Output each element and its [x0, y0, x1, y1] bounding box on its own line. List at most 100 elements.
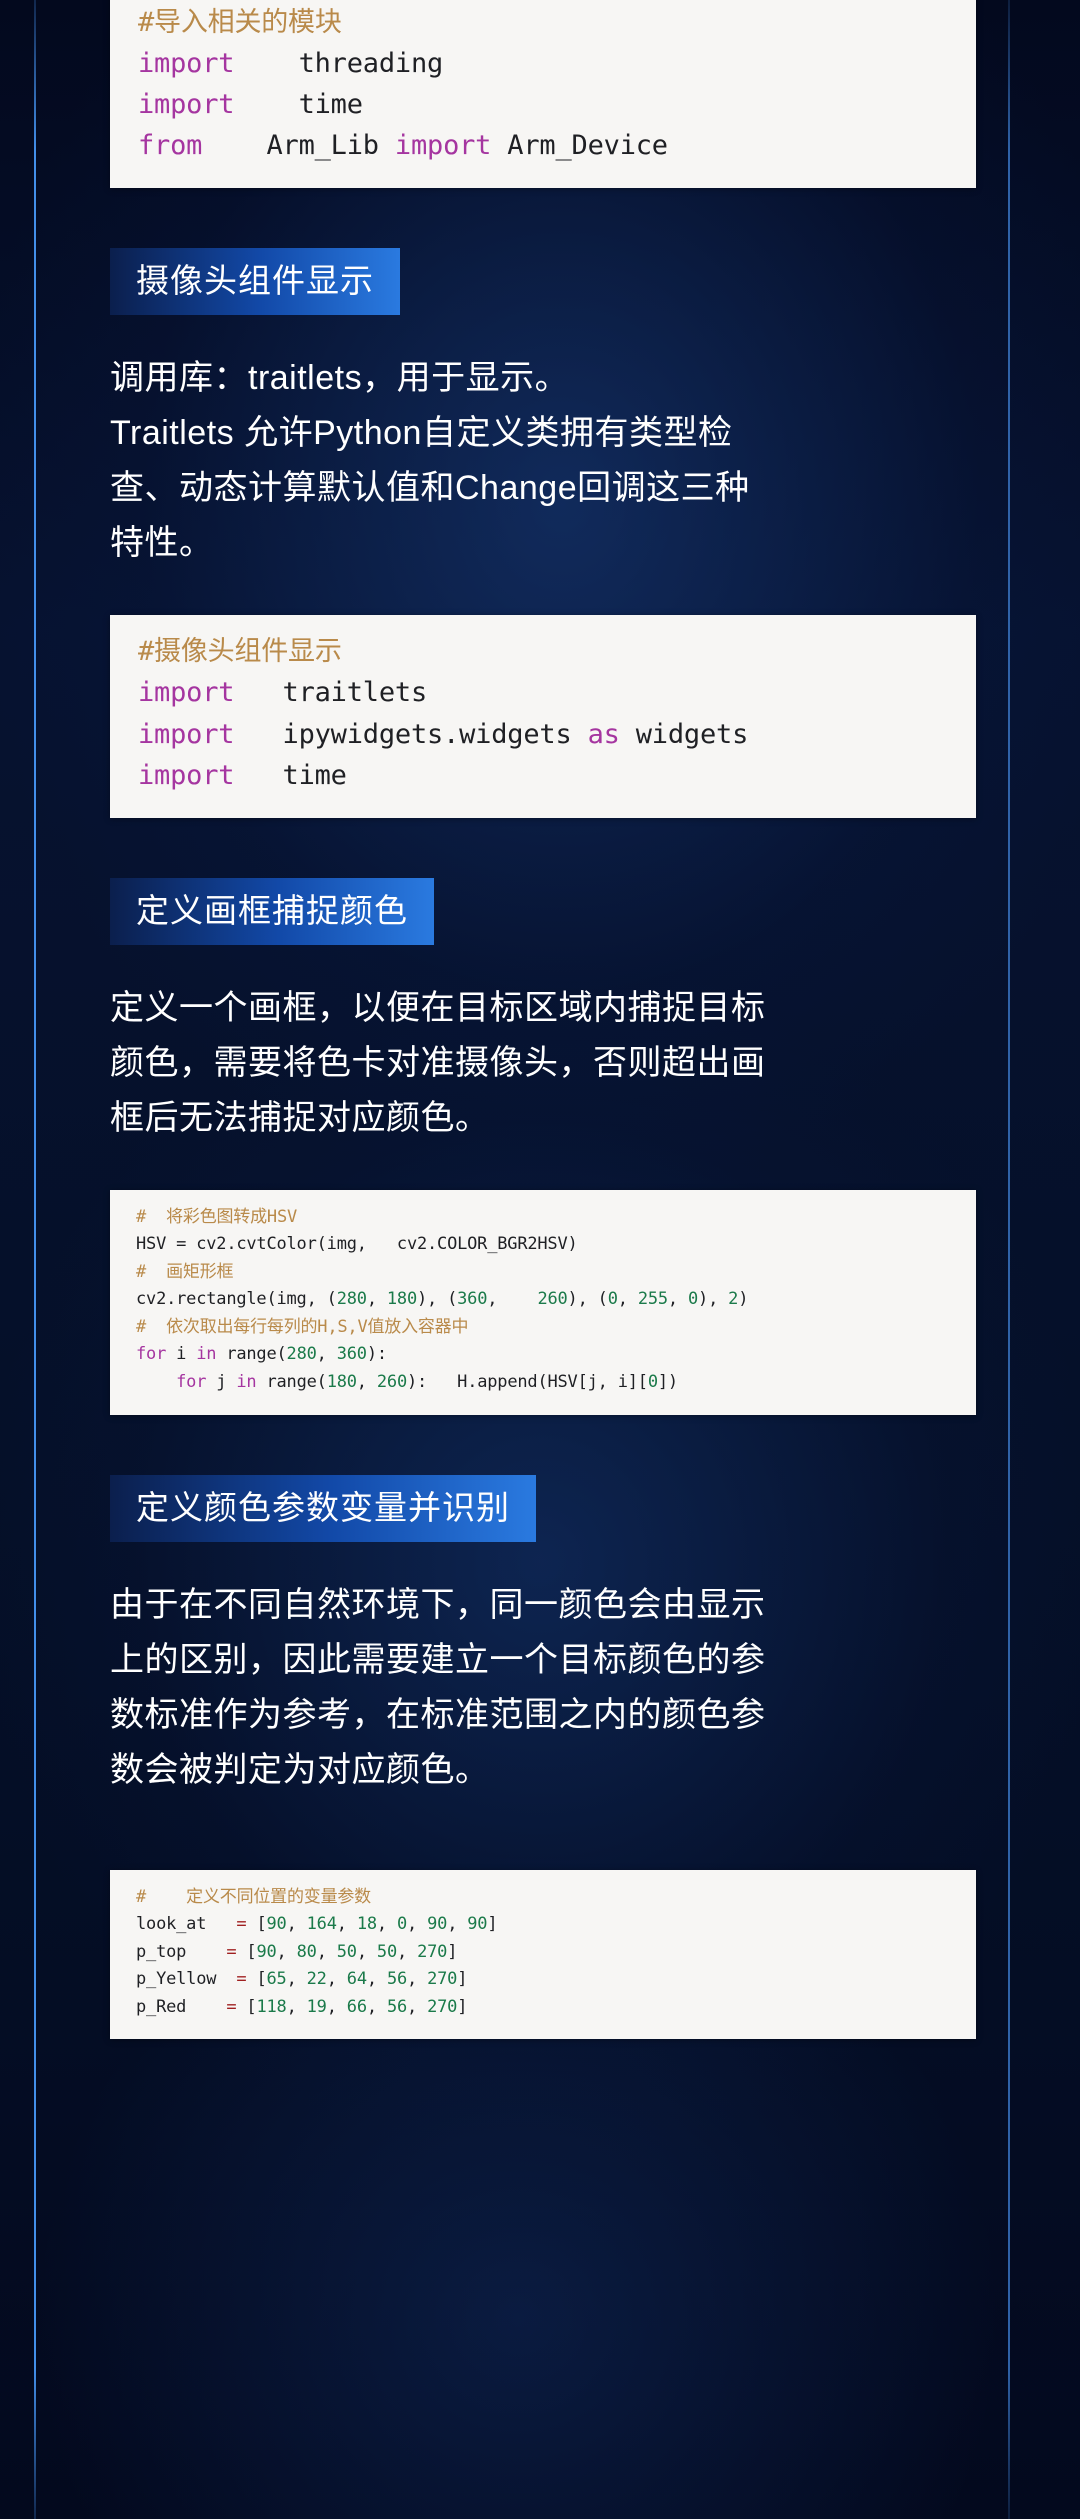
code-line: import traitlets	[138, 672, 948, 713]
code-line: import ipywidgets.widgets as widgets	[138, 714, 948, 755]
code-token: ,	[316, 1344, 337, 1365]
code-token: 270	[427, 1969, 458, 1990]
code-token: 18	[356, 1914, 377, 1935]
code-token: 0	[396, 1914, 408, 1935]
code-token: p_Yellow	[136, 1969, 237, 1990]
code-token: 90	[467, 1914, 488, 1935]
code-token: # 定义不同位置的变量参数	[136, 1886, 371, 1907]
code-token: 56	[386, 1969, 408, 1990]
code-token: ,	[336, 1914, 357, 1935]
paragraph-line: 调用库：traitlets，用于显示。	[110, 359, 570, 398]
code-token: 118	[256, 1996, 287, 2017]
code-token: ,	[326, 1969, 347, 1990]
code-token: threading	[234, 48, 444, 80]
code-token: for	[176, 1371, 207, 1392]
code-token: 280	[286, 1344, 317, 1365]
code-token: =	[226, 1996, 237, 2017]
code-token: ): H.append(HSV[j, i][	[406, 1371, 648, 1392]
code-line: import time	[138, 755, 948, 796]
code-token: ,	[286, 1969, 307, 1990]
code-token: 164	[306, 1914, 337, 1935]
code-line: # 定义不同位置的变量参数	[136, 1884, 950, 1912]
code-token: ,	[326, 1996, 347, 2017]
code-token: 270	[427, 1996, 458, 2017]
code-token: ,	[366, 1996, 387, 2017]
code-token: ,	[407, 1969, 428, 1990]
code-line: p_Red = [118, 19, 66, 56, 270]	[136, 1994, 950, 2022]
section-heading-camera: 摄像头组件显示	[110, 248, 400, 316]
code-token: # 依次取出每行每列的H,S,V值放入容器中	[136, 1316, 469, 1337]
code-token: ), (	[567, 1289, 608, 1310]
code-token: =	[236, 1969, 247, 1990]
paragraph-line: 由于在不同自然环境下，同一颜色会由显示	[110, 1585, 766, 1624]
code-line: look_at = [90, 164, 18, 0, 90, 90]	[136, 1911, 950, 1939]
code-token: range(	[216, 1344, 287, 1365]
code-token: traitlets	[234, 677, 428, 709]
paragraph-color-params: 由于在不同自然环境下，同一颜色会由显示 上的区别，因此需要建立一个目标颜色的参 数标…	[110, 1578, 970, 1798]
code-token: 280	[336, 1289, 367, 1310]
code-line: for j in range(180, 260): H.append(HSV[j…	[136, 1369, 950, 1397]
paragraph-line: 数会被判定为对应颜色。	[110, 1750, 490, 1789]
code-line: HSV = cv2.cvtColor(img, cv2.COLOR_BGR2HS…	[136, 1231, 950, 1259]
code-token: ,	[356, 1941, 377, 1962]
code-token: 255	[637, 1289, 668, 1310]
code-token: range(	[256, 1371, 327, 1392]
code-line: from Arm_Lib import Arm_Device	[138, 125, 948, 166]
code-token: #导入相关的模块	[138, 7, 342, 38]
code-token: time	[234, 759, 347, 791]
code-token: 180	[326, 1371, 357, 1392]
code-token: ])	[657, 1371, 678, 1392]
code-token: [	[246, 1914, 267, 1935]
code-token: 180	[386, 1289, 417, 1310]
code-token: 56	[386, 1996, 408, 2017]
paragraph-camera: 调用库：traitlets，用于显示。 Traitlets 允许Python自定义…	[110, 351, 970, 571]
paragraph-line: 颜色，需要将色卡对准摄像头，否则超出画	[110, 1043, 766, 1082]
code-block-frame: # 将彩色图转成HSV HSV = cv2.cvtColor(img, cv2.C…	[110, 1189, 976, 1415]
code-token: ), (	[417, 1289, 458, 1310]
code-block-color-params: # 定义不同位置的变量参数 look_at = [90, 164, 18, 0, …	[110, 1869, 976, 2040]
code-token: 270	[417, 1941, 448, 1962]
code-token: ,	[667, 1289, 688, 1310]
code-token: 80	[296, 1941, 317, 1962]
code-token: time	[234, 89, 363, 121]
paragraph-line: 数标准作为参考，在标准范围之内的颜色参	[110, 1695, 766, 1734]
code-token: import	[138, 677, 235, 709]
code-token: ):	[366, 1344, 387, 1365]
code-token: ,	[407, 1914, 428, 1935]
code-token: [	[236, 1996, 257, 2017]
code-token: 0	[607, 1289, 618, 1310]
code-token: ,	[286, 1996, 307, 2017]
code-token: 90	[266, 1914, 287, 1935]
code-line: # 依次取出每行每列的H,S,V值放入容器中	[136, 1314, 950, 1342]
code-token: ,	[276, 1941, 297, 1962]
code-line: # 将彩色图转成HSV	[136, 1204, 950, 1232]
section-heading-frame: 定义画框捕捉颜色	[110, 877, 434, 945]
code-token: 0	[647, 1371, 658, 1392]
code-token: 50	[376, 1941, 397, 1962]
code-token: 90	[256, 1941, 277, 1962]
code-token: ),	[698, 1289, 729, 1310]
code-token: ]	[457, 1996, 468, 2017]
code-token: Arm_Lib	[202, 130, 395, 162]
code-token: ,	[407, 1996, 428, 2017]
code-token: 22	[306, 1969, 327, 1990]
paragraph-line: 上的区别，因此需要建立一个目标颜色的参	[110, 1640, 766, 1679]
code-line: import time	[138, 84, 948, 125]
code-token: import	[394, 130, 492, 162]
code-line: #导入相关的模块	[138, 2, 948, 43]
tutorial-page: #导入相关的模块 import threading import time from …	[0, 0, 1080, 2519]
right-guide-line	[1008, 0, 1010, 2519]
paragraph-frame: 定义一个画框，以便在目标区域内捕捉目标 颜色，需要将色卡对准摄像头，否则超出画 框后…	[110, 981, 970, 1146]
code-token: p_Red	[136, 1996, 227, 2017]
code-token: ,	[286, 1914, 307, 1935]
paragraph-line: 定义一个画框，以便在目标区域内捕捉目标	[110, 988, 766, 1027]
code-token: as	[587, 718, 620, 750]
code-token: ,	[366, 1969, 387, 1990]
code-block-camera: #摄像头组件显示 import traitlets import ipywidget…	[110, 615, 976, 818]
code-token: ,	[397, 1941, 418, 1962]
code-token: ,	[366, 1289, 387, 1310]
paragraph-line: Traitlets 允许Python自定义类拥有类型检	[110, 414, 733, 453]
code-token: 64	[346, 1969, 367, 1990]
code-token: 260	[376, 1371, 407, 1392]
code-token: ,	[376, 1914, 397, 1935]
